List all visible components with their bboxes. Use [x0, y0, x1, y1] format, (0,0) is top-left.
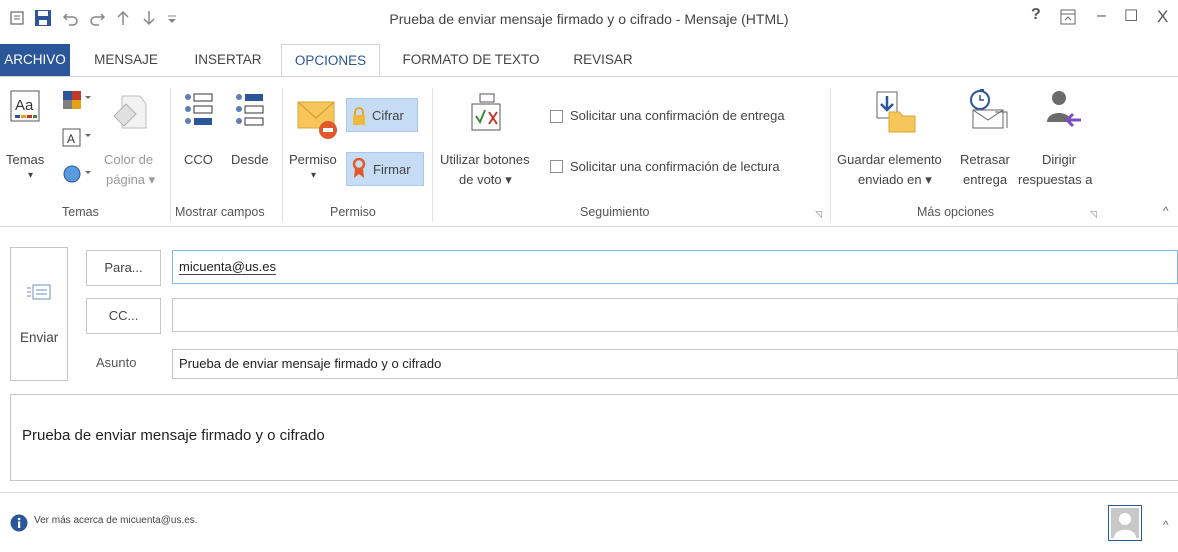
svg-text:A: A [67, 132, 75, 146]
guardar-label-1[interactable]: Guardar elemento [837, 152, 942, 167]
window-title: Prueba de enviar mensaje firmado y o cif… [389, 11, 789, 27]
mas-opciones-launcher-icon[interactable]: ◹ [1090, 209, 1097, 220]
color-de-pagina-label-2[interactable]: página ▾ [106, 172, 155, 188]
cifrar-label: Cifrar [372, 108, 404, 123]
permiso-button[interactable]: Permiso [289, 152, 337, 167]
tab-insertar[interactable]: INSERTAR [184, 44, 272, 77]
cc-button[interactable]: CC... [86, 298, 161, 334]
people-pane-divider [0, 492, 1178, 493]
themes-icon: Aa [10, 90, 40, 122]
ribbon-divider [0, 76, 1178, 77]
collapse-ribbon-icon[interactable]: ^ [1163, 204, 1169, 218]
send-envelope-icon [26, 283, 52, 303]
permiso-dropdown-icon[interactable]: ▾ [311, 170, 316, 181]
to-field[interactable]: micuenta@us.es [172, 250, 1178, 284]
subject-field[interactable]: Prueba de enviar mensaje firmado y o cif… [172, 349, 1178, 379]
seguimiento-launcher-icon[interactable]: ◹ [815, 209, 822, 220]
delivery-receipt-checkbox[interactable] [550, 110, 563, 123]
tab-opciones[interactable]: OPCIONES [281, 44, 380, 77]
asunto-label: Asunto [96, 355, 137, 370]
theme-fonts-icon[interactable]: A [62, 128, 92, 148]
minimize-button[interactable]: – [1097, 7, 1106, 25]
delivery-receipt-label[interactable]: Solicitar una confirmación de entrega [570, 108, 785, 123]
cc-field[interactable] [172, 298, 1178, 332]
ribbon-display-options-icon[interactable] [1060, 9, 1076, 25]
permission-envelope-icon [296, 98, 340, 144]
voto-label-1[interactable]: Utilizar botones [440, 152, 530, 167]
help-button[interactable]: ? [1031, 6, 1041, 24]
dirigir-label-1[interactable]: Dirigir [1042, 152, 1076, 167]
ribbon-tabs: ARCHIVO MENSAJE INSERTAR OPCIONES FORMAT… [0, 44, 1178, 77]
theme-colors-icon[interactable] [62, 90, 92, 110]
read-receipt-label[interactable]: Solicitar una confirmación de lectura [570, 159, 780, 174]
voto-label-2[interactable]: de voto ▾ [459, 172, 512, 188]
dirigir-label-2[interactable]: respuestas a [1018, 172, 1092, 187]
firmar-label: Firmar [373, 162, 411, 177]
title-bar: Prueba de enviar mensaje firmado y o cif… [0, 0, 1178, 40]
group-separator [432, 88, 433, 222]
guardar-label-2[interactable]: enviado en ▾ [858, 172, 932, 188]
cco-button[interactable]: CCO [184, 152, 213, 167]
seal-icon [352, 158, 366, 180]
send-button[interactable] [10, 247, 68, 381]
group-separator [830, 88, 831, 222]
save-sent-item-icon [875, 90, 917, 136]
group-label-mas-opciones: Más opciones [917, 205, 995, 219]
page-color-icon [110, 92, 150, 134]
group-separator [282, 88, 283, 222]
group-label-seguimiento: Seguimiento [580, 205, 650, 219]
group-label-temas: Temas [62, 205, 99, 219]
temas-dropdown-icon[interactable]: ▾ [28, 170, 33, 181]
cco-icon [182, 92, 216, 136]
desde-button[interactable]: Desde [231, 152, 269, 167]
maximize-button[interactable]: ☐ [1124, 6, 1138, 26]
info-icon [10, 514, 28, 532]
tab-formato-de-texto[interactable]: FORMATO DE TEXTO [392, 44, 550, 77]
tab-revisar[interactable]: REVISAR [566, 44, 640, 77]
voting-buttons-icon [470, 92, 506, 136]
svg-text:Aa: Aa [15, 97, 34, 114]
send-label: Enviar [20, 330, 59, 345]
group-label-permiso: Permiso [330, 205, 376, 219]
expand-people-pane-icon[interactable]: ^ [1163, 518, 1169, 532]
people-pane-info[interactable]: Ver más acerca de micuenta@us.es. [34, 515, 198, 526]
para-button[interactable]: Para... [86, 250, 161, 286]
ribbon-bottom-border [0, 226, 1178, 227]
message-body-text[interactable]: Prueba de enviar mensaje firmado y o cif… [22, 427, 325, 444]
lock-icon [352, 106, 366, 126]
temas-button[interactable]: Temas [6, 152, 44, 167]
delay-delivery-icon [967, 88, 1011, 134]
direct-replies-icon [1043, 90, 1083, 136]
theme-effects-icon[interactable] [62, 164, 92, 186]
desde-icon [233, 92, 267, 136]
retrasar-label-1[interactable]: Retrasar [960, 152, 1010, 167]
read-receipt-checkbox[interactable] [550, 160, 563, 173]
tab-mensaje[interactable]: MENSAJE [86, 44, 166, 77]
contact-avatar-icon[interactable] [1108, 505, 1142, 541]
retrasar-label-2[interactable]: entrega [963, 172, 1007, 187]
tab-archivo[interactable]: ARCHIVO [0, 44, 70, 77]
group-label-mostrar-campos: Mostrar campos [175, 205, 265, 219]
close-button[interactable]: X [1157, 7, 1168, 27]
recipient-chip[interactable]: micuenta@us.es [179, 259, 277, 275]
group-separator [170, 88, 171, 222]
color-de-pagina-label-1[interactable]: Color de [104, 152, 153, 167]
